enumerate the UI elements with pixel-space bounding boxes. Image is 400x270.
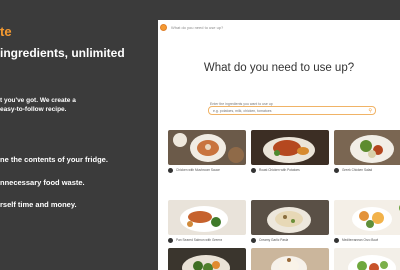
hero-panel: te ingredients, unlimited t you've got. … <box>0 0 158 270</box>
author-avatar <box>334 167 339 173</box>
ingredients-search-box[interactable]: ⚲ <box>208 106 376 115</box>
recipe-card[interactable]: Roast Chicken with Potatoes <box>251 130 329 173</box>
recipe-title: Mediterranean Orzo Bowl <box>342 238 379 242</box>
recipe-image[interactable] <box>334 130 400 165</box>
author-avatar <box>168 167 173 173</box>
recipe-card[interactable] <box>251 248 329 270</box>
recipe-image[interactable] <box>251 130 329 165</box>
recipe-title: Chicken with Mushroom Sauce <box>176 168 220 172</box>
page-title: What do you need to use up? <box>203 62 355 74</box>
brand-name: te <box>0 24 12 39</box>
author-avatar <box>251 167 256 173</box>
recipe-card[interactable]: Creamy Garlic Pasta <box>251 200 329 243</box>
recipe-image[interactable] <box>251 248 329 270</box>
recipe-title: Pan Seared Salmon with Greens <box>176 238 223 242</box>
recipe-image[interactable] <box>251 200 329 235</box>
recipe-title: Creamy Garlic Pasta <box>259 238 289 242</box>
recipe-card[interactable]: Mediterranean Orzo Bowl <box>334 200 400 243</box>
app-preview: What do you need to use up? What do you … <box>158 20 400 270</box>
hero-description: t you've got. We create a easy-to-follow… <box>0 97 76 113</box>
author-avatar <box>251 237 256 243</box>
ingredients-input[interactable] <box>213 107 363 114</box>
recipe-image[interactable] <box>168 130 246 165</box>
search-icon[interactable]: ⚲ <box>368 108 372 114</box>
recipe-image[interactable] <box>168 200 246 235</box>
app-name: What do you need to use up? <box>171 24 224 30</box>
recipe-image[interactable] <box>334 200 400 235</box>
recipe-title: Roast Chicken with Potatoes <box>259 168 300 172</box>
app-topbar: What do you need to use up? <box>158 20 400 34</box>
recipe-image[interactable] <box>334 248 400 270</box>
app-logo-icon[interactable] <box>160 23 167 31</box>
benefit-item: nnecessary food waste. <box>0 178 85 187</box>
author-avatar <box>168 237 173 243</box>
hero-headline: ingredients, unlimited <box>0 46 125 60</box>
author-avatar <box>334 237 339 243</box>
benefit-item: rself time and money. <box>0 200 77 209</box>
recipe-card[interactable] <box>168 248 246 270</box>
recipe-card[interactable]: Greek Chicken Salad <box>334 130 400 173</box>
recipe-card[interactable]: Chicken with Mushroom Sauce <box>168 130 246 173</box>
recipe-image[interactable] <box>168 248 246 270</box>
recipe-card[interactable] <box>334 248 400 270</box>
recipe-card[interactable]: Pan Seared Salmon with Greens <box>168 200 246 243</box>
recipe-title: Greek Chicken Salad <box>342 168 373 172</box>
benefit-item: ne the contents of your fridge. <box>0 155 108 164</box>
